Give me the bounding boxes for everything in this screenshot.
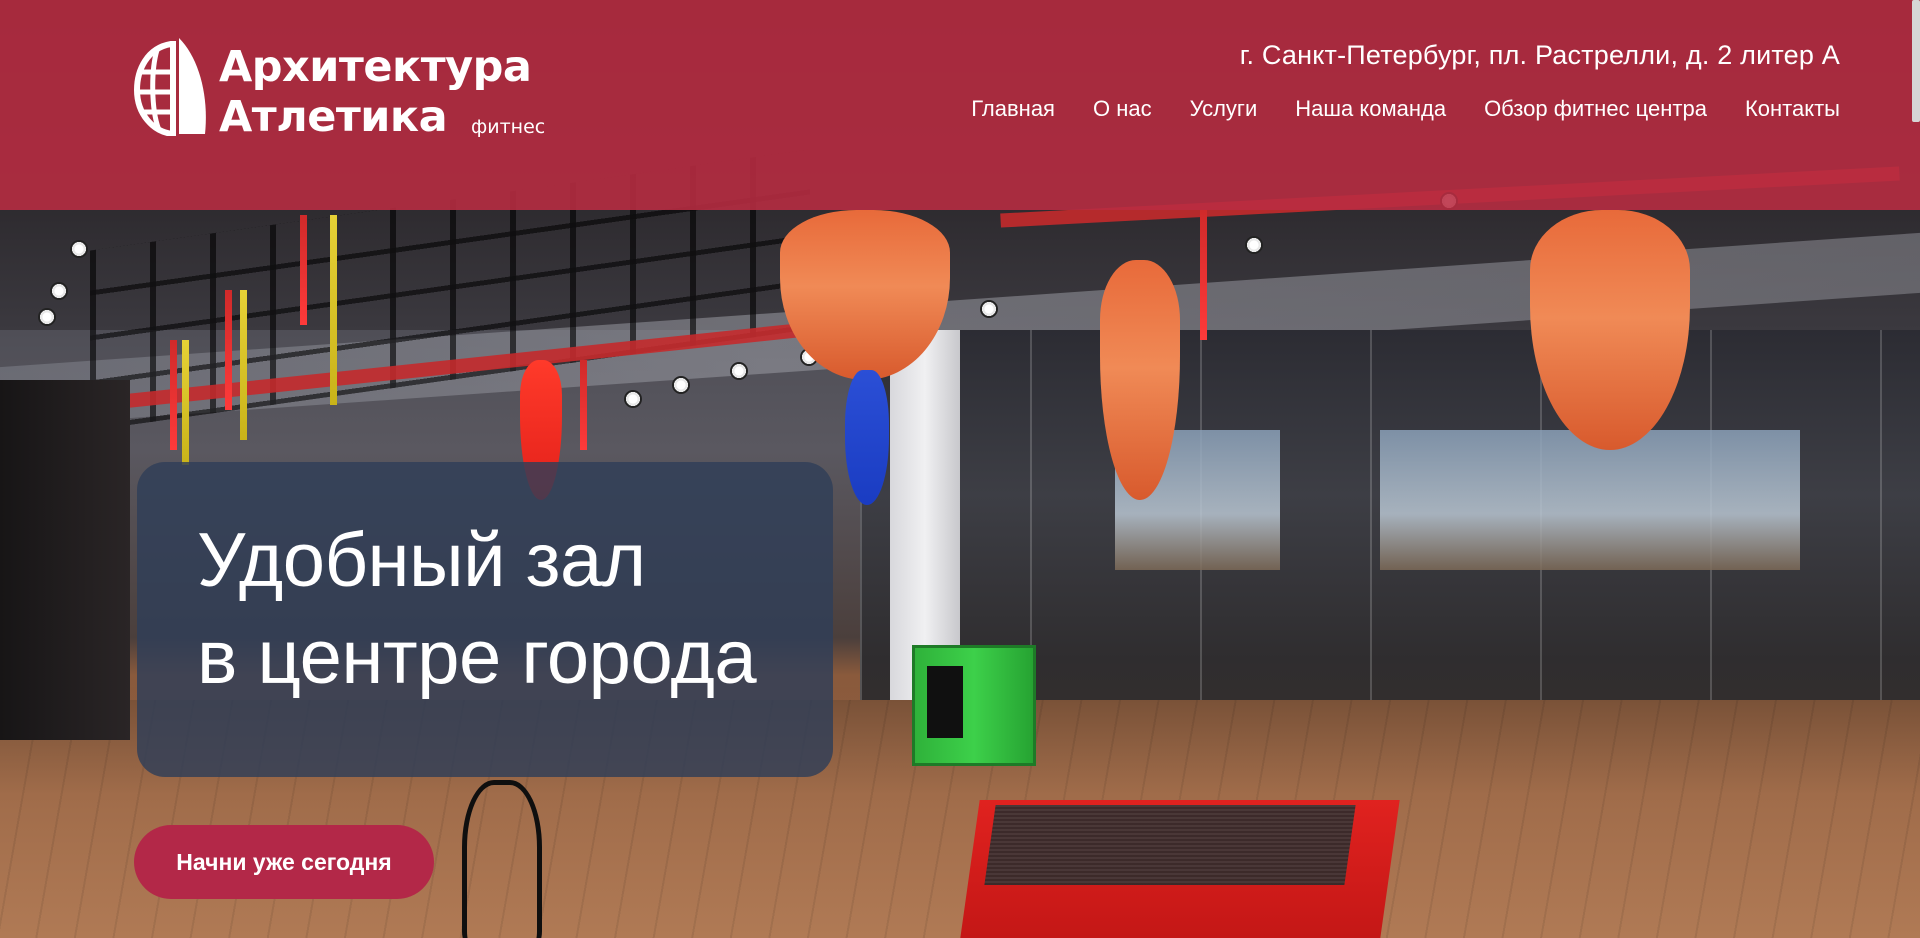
- page: Архитектура Атлетика фитнес г. Санкт-Пет…: [0, 0, 1920, 938]
- site-logo[interactable]: Архитектура Атлетика фитнес: [133, 36, 563, 146]
- page-scrollbar[interactable]: [1910, 0, 1920, 938]
- spotlight: [70, 240, 88, 258]
- suspension-strap: [240, 290, 247, 440]
- scrollbar-thumb[interactable]: [1912, 0, 1920, 122]
- nav-item-team[interactable]: Наша команда: [1295, 96, 1446, 122]
- logo-name-line1: Архитектура: [219, 42, 532, 92]
- red-plyo-box-top: [984, 805, 1356, 885]
- suspension-strap: [225, 290, 232, 410]
- suspension-strap: [330, 215, 337, 405]
- suspension-strap: [300, 215, 307, 325]
- spotlight: [38, 308, 56, 326]
- nav-item-about[interactable]: О нас: [1093, 96, 1152, 122]
- hero-card: Удобный зал в центре города: [137, 462, 833, 777]
- nav-item-contacts[interactable]: Контакты: [1745, 96, 1840, 122]
- logo-subtitle: фитнес: [471, 116, 546, 138]
- logo-name-line2: Атлетика: [219, 92, 448, 142]
- blue-sling: [845, 370, 889, 505]
- main-nav: Главная О нас Услуги Наша команда Обзор …: [971, 96, 1840, 122]
- site-header: Архитектура Атлетика фитнес г. Санкт-Пет…: [0, 0, 1920, 210]
- spotlight: [624, 390, 642, 408]
- suspension-strap: [1200, 210, 1207, 340]
- suspension-strap: [182, 340, 189, 465]
- nav-item-overview[interactable]: Обзор фитнес центра: [1484, 96, 1707, 122]
- window: [1380, 430, 1800, 570]
- spotlight: [730, 362, 748, 380]
- start-today-button[interactable]: Начни уже сегодня: [134, 825, 434, 899]
- spotlight: [672, 376, 690, 394]
- header-address: г. Санкт-Петербург, пл. Растрелли, д. 2 …: [1239, 40, 1840, 70]
- nav-item-services[interactable]: Услуги: [1190, 96, 1258, 122]
- hero-title: Удобный зал в центре города: [197, 512, 757, 706]
- suspension-strap: [580, 360, 587, 450]
- green-plyo-box: [912, 645, 1036, 766]
- trx-handle: [462, 780, 542, 938]
- hero-title-line1: Удобный зал: [197, 518, 646, 603]
- hero-title-line2: в центре города: [197, 615, 757, 700]
- suspension-strap: [170, 340, 177, 450]
- nav-item-home[interactable]: Главная: [971, 96, 1055, 122]
- spotlight: [50, 282, 68, 300]
- equipment-rack: [0, 380, 130, 740]
- spotlight: [1245, 236, 1263, 254]
- globe-sail-icon: [133, 38, 206, 136]
- spotlight: [980, 300, 998, 318]
